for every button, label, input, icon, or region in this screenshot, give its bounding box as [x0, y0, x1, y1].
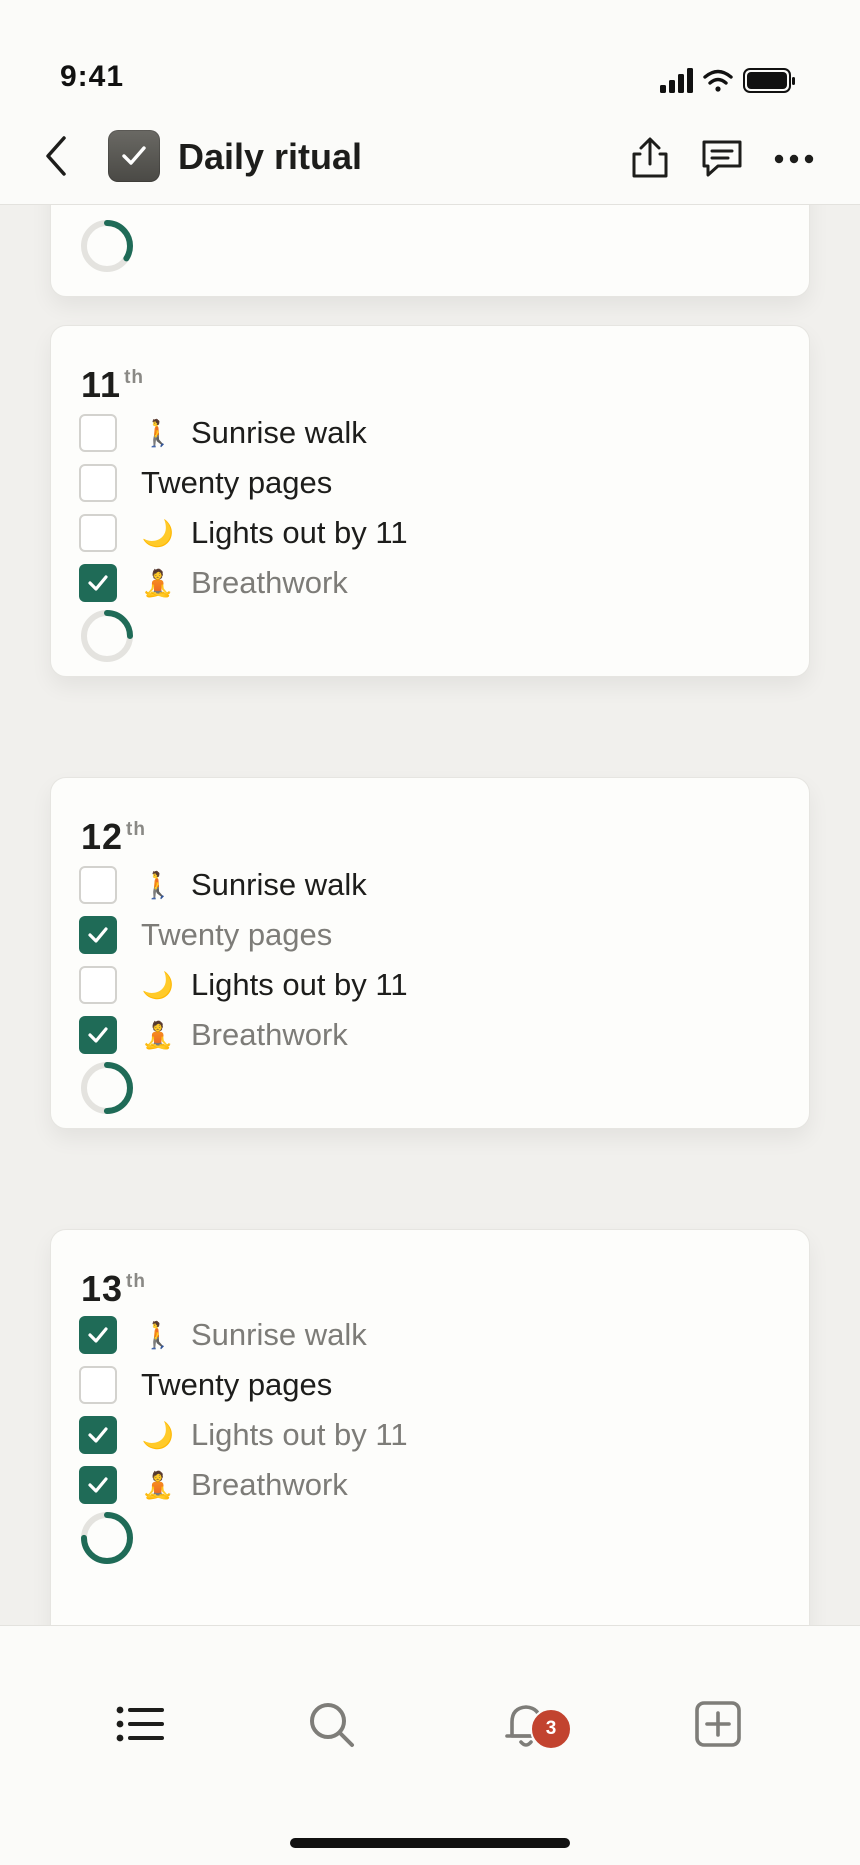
task-label: Twenty pages — [141, 1367, 333, 1402]
task-label: Twenty pages — [141, 917, 333, 952]
day-card — [50, 205, 810, 297]
task-row[interactable]: 🚶 Sunrise walk — [79, 412, 779, 456]
bottom-tab-bar: 3 — [0, 1625, 860, 1865]
task-checkbox[interactable] — [79, 564, 117, 602]
task-label: Lights out by 11 — [191, 967, 408, 1002]
progress-ring — [81, 610, 133, 662]
checkmark-icon — [88, 1477, 108, 1493]
chevron-left-icon — [46, 136, 66, 176]
more-horizontal-icon — [774, 154, 814, 164]
task-checkbox[interactable] — [79, 1016, 117, 1054]
tab-new-page[interactable] — [688, 1694, 748, 1754]
task-label: Twenty pages — [141, 465, 333, 500]
crescent-moon-icon: 🌙 — [141, 1420, 175, 1450]
comment-icon — [702, 140, 742, 177]
task-checkbox[interactable] — [79, 514, 117, 552]
task-label: Breathwork — [191, 1017, 348, 1052]
notification-badge: 3 — [530, 1708, 572, 1750]
task-row[interactable]: Twenty pages — [79, 914, 779, 958]
home-indicator — [290, 1838, 570, 1848]
task-label: Breathwork — [191, 565, 348, 600]
day-number: 11th — [81, 364, 144, 405]
task-row[interactable]: 🌙 Lights out by 11 — [79, 964, 779, 1008]
crescent-moon-icon: 🌙 — [141, 970, 175, 1000]
wifi-icon — [703, 69, 733, 92]
progress-ring — [81, 1512, 133, 1564]
day-card-11: 11th 🚶 Sunrise walk Twenty pages 🌙 Light… — [50, 325, 810, 677]
comments-button[interactable] — [698, 134, 746, 182]
task-checkbox[interactable] — [79, 966, 117, 1004]
status-icons — [660, 66, 800, 96]
list-icon — [116, 1706, 164, 1742]
task-checkbox[interactable] — [79, 1416, 117, 1454]
task-label: Lights out by 11 — [191, 1417, 408, 1452]
task-label: Breathwork — [191, 1467, 348, 1502]
battery-icon — [743, 68, 795, 93]
task-checkbox[interactable] — [79, 866, 117, 904]
task-row[interactable]: Twenty pages — [79, 462, 779, 506]
task-checkbox[interactable] — [79, 1316, 117, 1354]
meditation-icon: 🧘 — [141, 1470, 175, 1500]
day-number: 13th — [81, 1268, 146, 1309]
task-row[interactable]: 🧘 Breathwork — [79, 562, 779, 606]
search-icon — [310, 1703, 354, 1747]
task-checkbox[interactable] — [79, 916, 117, 954]
task-row[interactable]: Twenty pages — [79, 1364, 779, 1408]
task-checkbox[interactable] — [79, 464, 117, 502]
task-row[interactable]: 🌙 Lights out by 11 — [79, 512, 779, 556]
task-checkbox[interactable] — [79, 1466, 117, 1504]
day-card-12: 12th 🚶 Sunrise walk Twenty pages 🌙 Light… — [50, 777, 810, 1129]
checkmark-icon — [88, 927, 108, 943]
task-label: Lights out by 11 — [191, 515, 408, 550]
page-header: Daily ritual — [0, 110, 860, 205]
checkmark-icon — [88, 1427, 108, 1443]
share-icon — [632, 137, 668, 178]
day-number: 12th — [81, 816, 146, 857]
task-label: Sunrise walk — [191, 415, 367, 450]
more-options-button[interactable] — [770, 134, 818, 182]
crescent-moon-icon: 🌙 — [141, 518, 175, 548]
checkmark-icon — [88, 1327, 108, 1343]
page-title: Daily ritual — [178, 136, 363, 177]
signal-icon — [660, 68, 693, 93]
meditation-icon: 🧘 — [141, 568, 175, 598]
task-checkbox[interactable] — [79, 1366, 117, 1404]
task-row[interactable]: 🚶 Sunrise walk — [79, 864, 779, 908]
status-bar: 9:41 — [0, 0, 860, 110]
back-button[interactable] — [38, 132, 78, 180]
checkmark-icon — [122, 146, 146, 165]
add-square-icon — [695, 1701, 741, 1747]
progress-ring — [81, 220, 133, 272]
status-time: 9:41 — [60, 60, 125, 93]
task-checkbox[interactable] — [79, 414, 117, 452]
tab-search[interactable] — [302, 1694, 362, 1754]
checkmark-icon — [88, 575, 108, 591]
checkmark-icon — [88, 1027, 108, 1043]
share-button[interactable] — [626, 134, 674, 182]
page-icon-checkbox — [108, 130, 160, 182]
meditation-icon: 🧘 — [141, 1020, 175, 1050]
tab-home[interactable] — [110, 1694, 170, 1754]
day-card-13: 13th 🚶 Sunrise walk Twenty pages 🌙 Light… — [50, 1229, 810, 1625]
walking-person-icon: 🚶 — [141, 1320, 175, 1350]
task-label: Sunrise walk — [191, 1317, 367, 1352]
task-label: Sunrise walk — [191, 867, 367, 902]
progress-ring — [81, 1062, 133, 1114]
task-row[interactable]: 🧘 Breathwork — [79, 1014, 779, 1058]
walking-person-icon: 🚶 — [141, 418, 175, 448]
task-row[interactable]: 🧘 Breathwork — [79, 1464, 779, 1508]
task-row[interactable]: 🚶 Sunrise walk — [79, 1314, 779, 1358]
walking-person-icon: 🚶 — [141, 870, 175, 900]
task-row[interactable]: 🌙 Lights out by 11 — [79, 1414, 779, 1458]
habit-list[interactable]: 11th 🚶 Sunrise walk Twenty pages 🌙 Light… — [0, 205, 860, 1625]
